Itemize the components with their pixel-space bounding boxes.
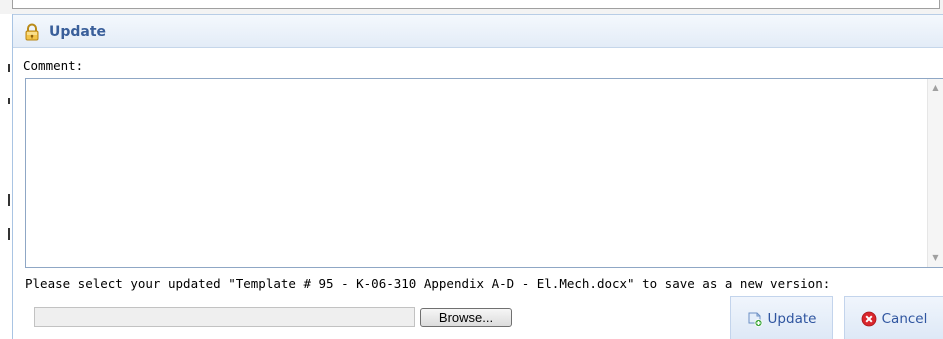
comment-label: Comment: [23, 58, 84, 73]
background-text-fragment [8, 228, 10, 240]
background-text-fragment [8, 64, 10, 72]
update-document-icon [747, 311, 763, 327]
update-dialog: Update Comment: ▲ ▼ Please select your u… [12, 14, 943, 339]
cancel-icon [861, 311, 877, 327]
browse-button[interactable]: Browse... [420, 308, 512, 327]
cancel-button-label: Cancel [881, 311, 928, 327]
screen: Update Comment: ▲ ▼ Please select your u… [0, 0, 943, 339]
cancel-button[interactable]: Cancel [844, 296, 943, 339]
background-input-edge [12, 0, 940, 9]
file-instruction-text: Please select your updated "Template # 9… [25, 276, 831, 291]
update-button-label: Update [767, 311, 817, 327]
comment-scrollbar[interactable]: ▲ ▼ [927, 79, 943, 267]
dialog-title: Update [49, 24, 107, 40]
scroll-up-arrow-icon[interactable]: ▲ [928, 81, 943, 95]
background-text-fragment [8, 98, 10, 104]
background-left-edge [0, 14, 12, 339]
padlock-icon [23, 23, 41, 41]
dialog-title-bar: Update [13, 14, 943, 48]
scroll-down-arrow-icon[interactable]: ▼ [928, 251, 943, 265]
comment-textarea[interactable] [25, 78, 943, 268]
background-text-fragment [8, 194, 10, 206]
file-path-field[interactable] [34, 307, 415, 327]
update-button[interactable]: Update [730, 296, 833, 339]
